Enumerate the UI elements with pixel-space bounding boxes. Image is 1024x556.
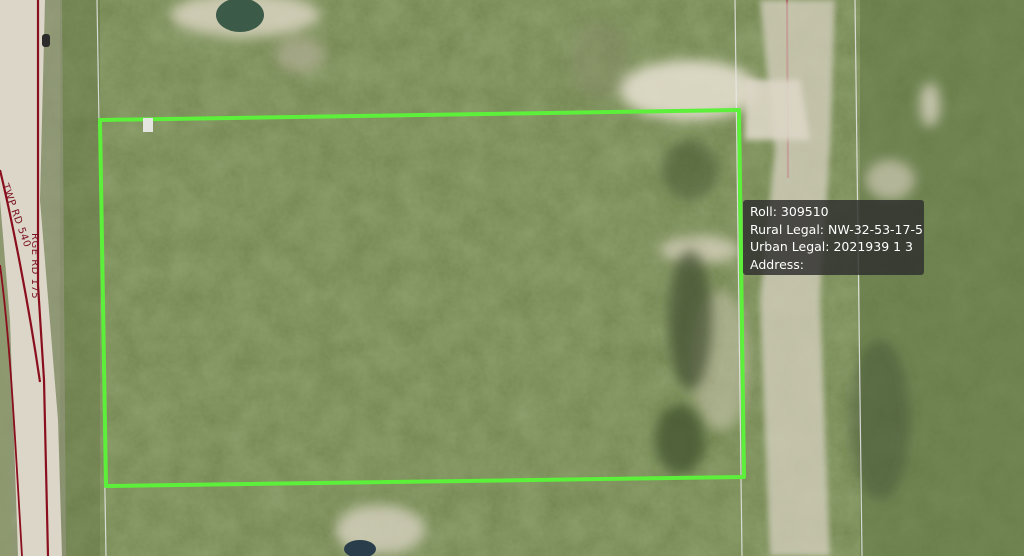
urban-legal-value: 2021939 1 3 [833,239,914,254]
roll-label: Roll: [750,204,777,219]
aerial-map[interactable]: RGE RD 175 TWP RD 540 [0,0,1024,556]
urban-legal-row: Urban Legal: 2021939 1 3 [750,238,924,256]
urban-legal-label: Urban Legal: [750,239,830,254]
parcel-info-popup: Roll: 309510 Rural Legal: NW-32-53-17-5 … [743,200,924,275]
roll-value: 309510 [780,204,829,219]
roll-row: Roll: 309510 [750,203,924,221]
rural-legal-label: Rural Legal: [750,221,825,237]
rural-legal-value: NW-32-53-17-5 [828,221,923,237]
field-west [60,0,100,556]
small-structure [143,118,153,132]
address-label: Address: [750,256,804,272]
address-row: Address: [750,256,924,274]
rural-legal-row: Rural Legal: NW-32-53-17-5 [750,221,924,239]
